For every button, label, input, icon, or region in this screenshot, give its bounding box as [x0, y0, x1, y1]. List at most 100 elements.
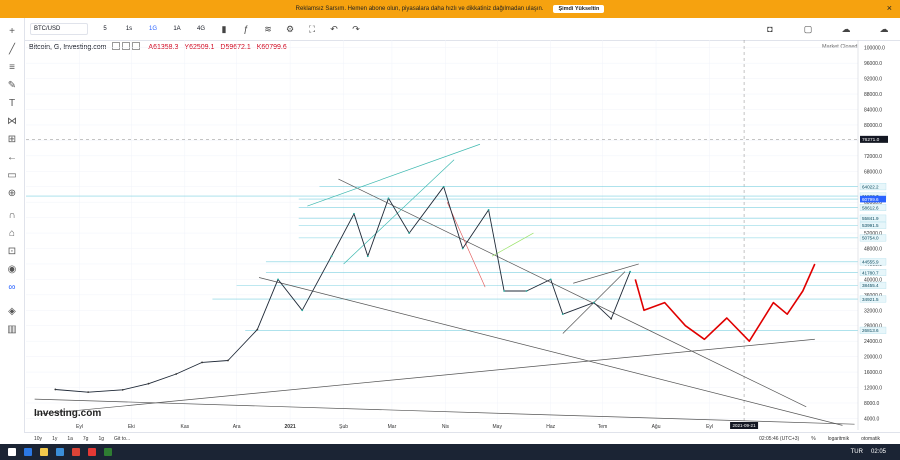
percent-toggle[interactable]: % [811, 436, 815, 442]
price-level-box [859, 295, 887, 303]
y-tick-label: 48000.0 [864, 247, 882, 253]
crosshair-icon[interactable]: + [6, 26, 18, 38]
price-level-box [859, 183, 887, 191]
timeframe-button[interactable]: 5 [98, 26, 112, 32]
range-button[interactable]: 1g [98, 436, 104, 442]
price-point [503, 290, 506, 292]
taskbar-clock[interactable]: 02:05 [871, 449, 886, 455]
price-level-label: 44555.9 [862, 260, 879, 265]
timeframe-button[interactable]: 1A [170, 26, 184, 32]
folder-icon[interactable] [40, 448, 48, 456]
xbox-icon[interactable] [104, 448, 112, 456]
pattern-icon[interactable]: ⋈ [6, 116, 18, 128]
price-point [277, 278, 279, 281]
start-icon[interactable] [8, 448, 16, 456]
cursor-date-box [730, 422, 759, 429]
price-point [227, 359, 229, 362]
chart-legend: Bitcoin, G, Investing.com A61358.3 Y6250… [29, 42, 287, 52]
x-tick-label: Ara [233, 424, 241, 430]
back-arrow-icon[interactable]: ← [6, 152, 18, 164]
price-point [487, 209, 490, 211]
price-point [147, 382, 150, 385]
price-point [593, 301, 595, 304]
fib-icon[interactable]: ≡ [6, 62, 18, 74]
x-tick-label: Şub [339, 424, 348, 430]
chart-toolbar: BTC/USD 5 1s 1G 1A 4G ▮ ƒ ≋ ⚙ ⛶ ↶ ↷ ◘ ▢ … [0, 18, 900, 41]
x-tick-label: Eyl [76, 424, 83, 430]
edge-icon[interactable] [24, 448, 32, 456]
price-series [55, 186, 631, 393]
zoom-icon[interactable]: ⊕ [6, 188, 18, 200]
compare-icon[interactable]: ≋ [262, 23, 274, 35]
timeframe-button[interactable]: 1G [146, 26, 160, 32]
measure-icon[interactable]: ⊞ [6, 134, 18, 146]
price-level-label: 58612.6 [862, 205, 879, 210]
symbol-search-input[interactable]: BTC/USD [30, 23, 88, 35]
upgrade-button[interactable]: Şimdi Yükseltin [553, 5, 605, 13]
legend-high: Y62509.1 [184, 43, 215, 51]
layers-icon[interactable]: ◈ [6, 306, 18, 318]
candles-icon[interactable]: ▮ [218, 23, 230, 35]
trash-icon[interactable]: ▥ [6, 324, 18, 336]
undo-icon[interactable]: ↶ [328, 23, 340, 35]
y-tick-label: 92000.0 [864, 77, 882, 83]
price-level-label: 41780.7 [862, 270, 879, 275]
range-button[interactable]: 10y [34, 436, 42, 442]
goto-button[interactable]: Git to... [114, 436, 130, 442]
price-level-label: 55841.9 [862, 216, 879, 221]
link-icon[interactable]: ∞ [6, 282, 18, 294]
mail-icon[interactable] [56, 448, 64, 456]
cloud-load-icon[interactable]: ☁ [878, 23, 890, 35]
price-point [201, 361, 203, 364]
x-tick-label: Nis [442, 424, 450, 430]
fullscreen-icon[interactable]: ⛶ [306, 23, 318, 35]
opera-icon[interactable] [88, 448, 96, 456]
legend-buttons[interactable] [112, 42, 142, 52]
lock-icon[interactable]: ⊡ [6, 246, 18, 258]
log-toggle[interactable]: logaritmik [828, 436, 849, 442]
x-tick-label: Eyl [706, 424, 713, 430]
y-tick-label: 44000.0 [864, 262, 882, 268]
x-tick-label: Haz [546, 424, 555, 430]
auto-toggle[interactable]: otomatik [861, 436, 880, 442]
trend-line [573, 263, 639, 284]
magnet-icon[interactable]: ∩ [6, 210, 18, 222]
timeframe-button[interactable]: 4G [194, 26, 208, 32]
y-tick-label: 96000.0 [864, 61, 882, 67]
chrome-icon[interactable] [72, 448, 80, 456]
x-tick-label: Ağu [652, 424, 661, 430]
price-point [87, 391, 90, 394]
price-level-label: 26813.6 [862, 328, 879, 333]
redo-icon[interactable]: ↷ [350, 23, 362, 35]
y-tick-label: 20000.0 [864, 355, 882, 361]
range-button[interactable]: 1a [67, 436, 73, 442]
cursor-price-box [860, 135, 888, 143]
lock-drawings-icon[interactable]: ⌂ [6, 228, 18, 240]
eye-icon[interactable]: ◉ [6, 264, 18, 276]
settings-icon[interactable]: ⚙ [284, 23, 296, 35]
close-icon[interactable]: × [887, 3, 892, 13]
price-point [54, 388, 57, 391]
brush-icon[interactable]: ✎ [6, 80, 18, 92]
price-point [610, 317, 613, 320]
layout-icon[interactable]: ▢ [802, 23, 814, 35]
time-axis: Eyl Eki Kas Ara 2021 Şub Mar Nis May Haz Tem Ağu Eyl [76, 424, 713, 430]
cloud-save-icon[interactable]: ☁ [840, 23, 852, 35]
y-tick-label: 16000.0 [864, 370, 882, 376]
indicators-icon[interactable]: ƒ [240, 23, 252, 35]
y-tick-label: 4000.0 [864, 416, 880, 422]
range-button[interactable]: 7g [83, 436, 89, 442]
y-tick-label: 28000.0 [864, 324, 882, 330]
ruler-icon[interactable]: ▭ [6, 170, 18, 182]
timeframe-button[interactable]: 1s [122, 26, 136, 32]
y-tick-label: 72000.0 [864, 154, 882, 160]
investing-logo: Investing.com [34, 408, 101, 419]
trend-line-icon[interactable]: ╱ [6, 44, 18, 56]
language-indicator[interactable]: TUR [851, 449, 863, 455]
camera-icon[interactable]: ◘ [764, 23, 776, 35]
price-chart[interactable]: 4000.0 8000.0 12000.0 16000.0 20000.0 24000.0… [0, 0, 900, 460]
range-button[interactable]: 1y [52, 436, 57, 442]
clock-readout: 02:05:46 (UTC+3) [759, 436, 800, 442]
price-level-box [859, 258, 887, 266]
text-icon[interactable]: T [6, 98, 18, 110]
